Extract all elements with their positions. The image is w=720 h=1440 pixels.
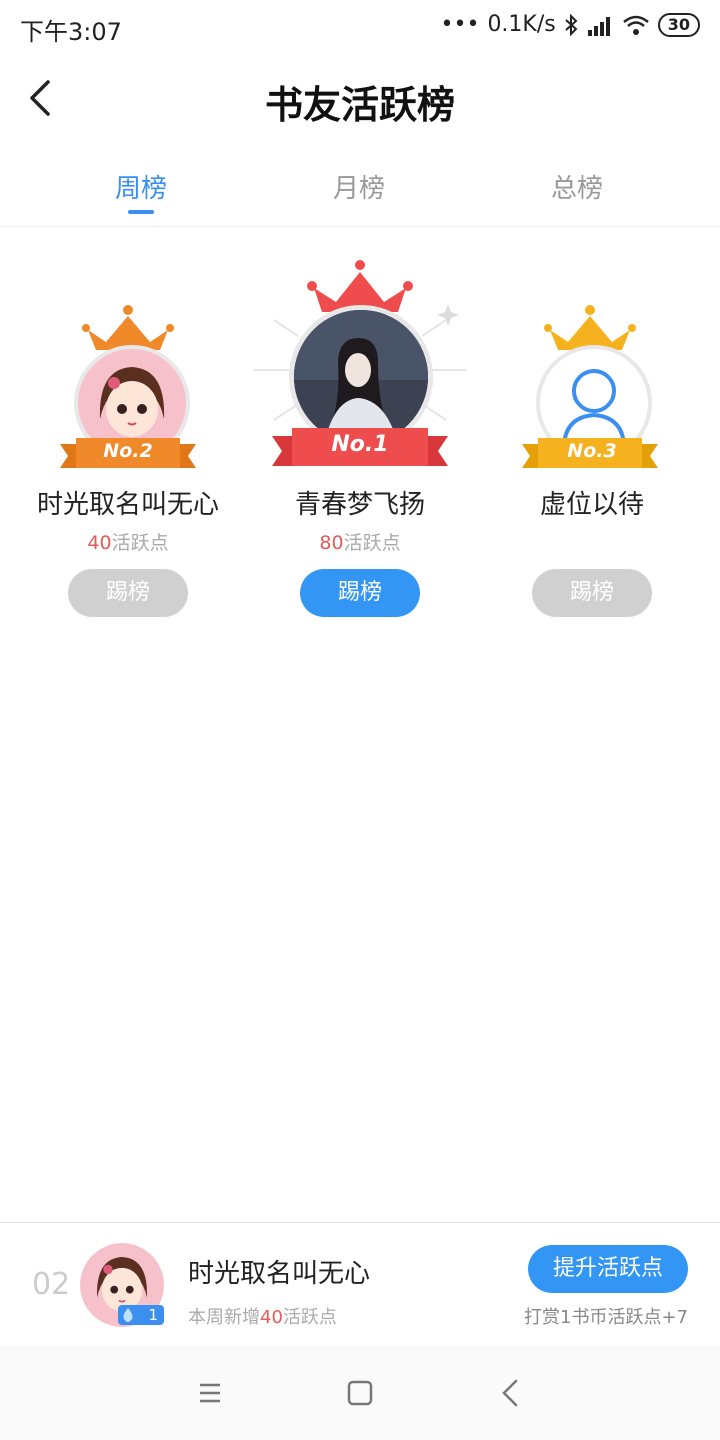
my-weekly-points: 本周新增40活跃点 bbox=[188, 1307, 337, 1328]
photo-avatar-icon bbox=[294, 310, 428, 444]
tab-total[interactable]: 总榜 bbox=[497, 168, 657, 205]
rank-label: No.2 bbox=[103, 440, 153, 462]
menu-icon[interactable] bbox=[190, 1375, 230, 1411]
my-rank-number: 02 bbox=[32, 1267, 71, 1302]
ranking-tabs: 周榜 月榜 总榜 bbox=[0, 150, 720, 227]
app-header: 书友活跃榜 bbox=[0, 52, 720, 148]
system-nav-bar bbox=[0, 1345, 720, 1440]
boost-note: 打赏1书币活跃点+7 bbox=[524, 1307, 688, 1328]
my-name: 时光取名叫无心 bbox=[188, 1259, 371, 1289]
status-icons: ••• 0.1K/s 30 bbox=[440, 12, 700, 37]
kick-button[interactable]: 踢榜 bbox=[68, 569, 188, 617]
rank-label: No.3 bbox=[567, 440, 617, 462]
active-points: 40活跃点 bbox=[87, 532, 169, 554]
boost-points-button[interactable]: 提升活跃点 bbox=[528, 1245, 688, 1293]
tab-weekly[interactable]: 周榜 bbox=[61, 168, 221, 205]
tab-indicator bbox=[128, 210, 154, 214]
user-name: 青春梦飞扬 bbox=[294, 490, 425, 520]
active-points: 80活跃点 bbox=[319, 532, 401, 554]
nav-back-icon[interactable] bbox=[492, 1375, 532, 1411]
wifi-icon bbox=[622, 15, 649, 35]
user-name: 时光取名叫无心 bbox=[36, 490, 219, 520]
network-speed: 0.1K/s bbox=[487, 12, 556, 37]
page-title: 书友活跃榜 bbox=[264, 82, 455, 127]
tab-monthly[interactable]: 月榜 bbox=[279, 168, 439, 205]
level-badge: 1 bbox=[118, 1305, 164, 1325]
more-dots-icon: ••• bbox=[440, 12, 480, 37]
my-rank-bar: 02 1 时光取名叫无心 本周新增40活跃点 提升活跃点 打赏1书币活跃点+7 bbox=[0, 1222, 720, 1345]
bluetooth-icon bbox=[565, 13, 578, 36]
battery-indicator: 30 bbox=[657, 12, 700, 37]
signal-icon bbox=[587, 16, 610, 36]
status-bar: 下午3:07 ••• 0.1K/s 30 bbox=[0, 0, 720, 52]
rank-label: No.1 bbox=[331, 432, 389, 457]
kick-button[interactable]: 踢榜 bbox=[532, 569, 652, 617]
home-square-icon[interactable] bbox=[340, 1375, 380, 1411]
status-time: 下午3:07 bbox=[20, 18, 122, 46]
user-name: 虚位以待 bbox=[539, 490, 644, 520]
kick-button[interactable]: 踢榜 bbox=[300, 569, 420, 617]
level-drop-icon bbox=[123, 1308, 133, 1322]
